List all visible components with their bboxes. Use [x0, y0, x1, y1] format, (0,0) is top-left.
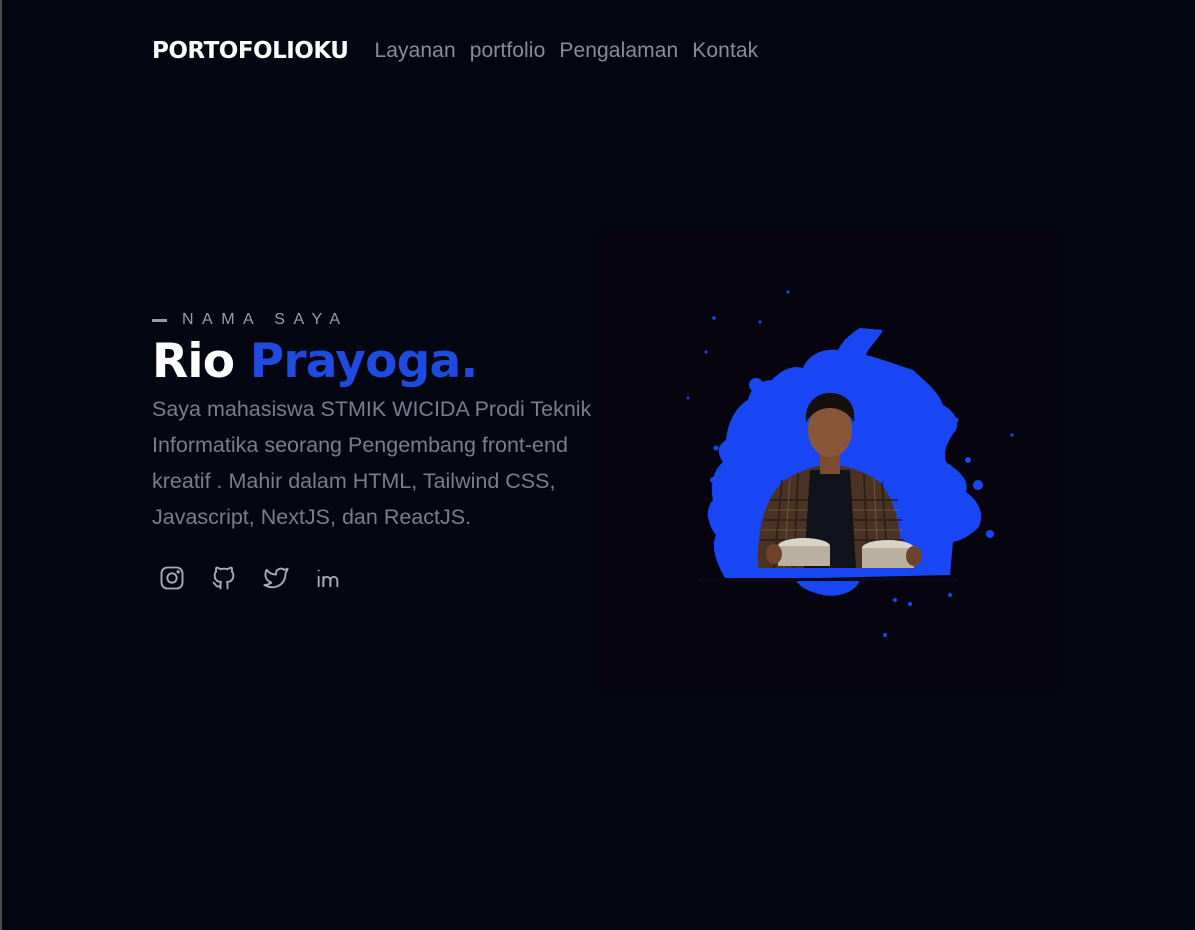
navbar: PORTOFOLIOKU Layanan portfolio Pengalama…: [152, 33, 758, 69]
paint-splash: [686, 290, 1014, 637]
window-left-border: [0, 0, 2, 930]
nav-link-pengalaman[interactable]: Pengalaman: [559, 39, 678, 63]
github-link[interactable]: [209, 563, 239, 593]
hero-section: NAMA SAYA Rio Prayoga. Saya mahasiswa ST…: [152, 308, 612, 593]
nav-link-layanan[interactable]: Layanan: [374, 39, 455, 63]
linkedin-icon: [317, 569, 339, 587]
eyebrow-dash: [152, 318, 167, 322]
github-icon: [212, 566, 235, 590]
eyebrow-label: NAMA SAYA: [182, 311, 349, 328]
hero-last-name: Prayoga.: [249, 334, 478, 389]
linkedin-link[interactable]: [313, 563, 343, 593]
hero-description: Saya mahasiswa STMIK WICIDA Prodi Teknik…: [152, 396, 592, 529]
hero-portrait-panel: [598, 230, 1058, 690]
social-links: [157, 563, 612, 593]
hero-eyebrow: NAMA SAYA: [152, 308, 612, 332]
instagram-icon: [160, 566, 184, 590]
instagram-link[interactable]: [157, 563, 187, 593]
nav-link-kontak[interactable]: Kontak: [692, 39, 758, 63]
nav-link-portfolio[interactable]: portfolio: [470, 39, 546, 63]
hero-first-name: Rio: [152, 334, 235, 389]
nav-links: Layanan portfolio Pengalaman Kontak: [374, 39, 758, 63]
hero-title: Rio Prayoga.: [152, 334, 612, 389]
hero-portrait-image: [686, 290, 1014, 637]
twitter-icon: [263, 567, 289, 588]
twitter-link[interactable]: [261, 563, 291, 593]
brand-logo[interactable]: PORTOFOLIOKU: [152, 38, 349, 64]
